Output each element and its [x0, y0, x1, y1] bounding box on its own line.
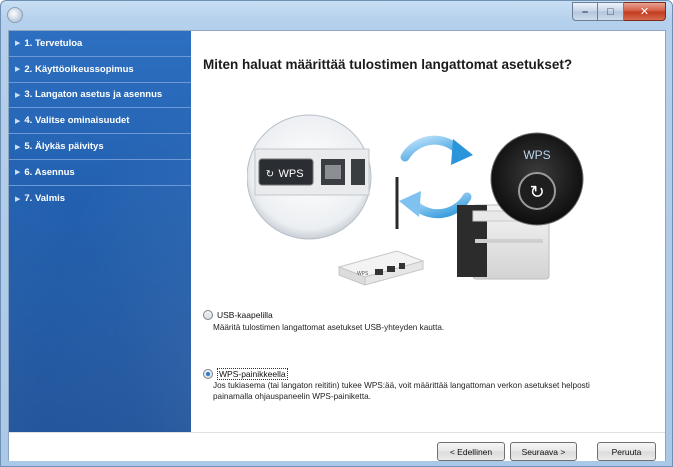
wps-illustration: WPS ↻ WPS WPS ↻	[247, 114, 584, 286]
chevron-right-icon: ▶	[15, 91, 21, 99]
wps-radio[interactable]	[203, 368, 213, 379]
wps-description-line2: painamalla ohjauspaneelin WPS-painiketta…	[213, 391, 371, 401]
back-button[interactable]: < Edellinen	[437, 442, 505, 461]
sidebar-item-welcome: ▶ 1. Tervetuloa	[9, 31, 191, 57]
printer-wps-label: WPS	[523, 148, 550, 162]
usb-option[interactable]: USB-kaapelilla	[203, 306, 273, 324]
chevron-right-icon: ▶	[15, 66, 21, 74]
usb-radio[interactable]	[203, 309, 213, 320]
maximize-button[interactable]: □	[598, 2, 624, 21]
sidebar-item-features: ▶ 4. Valitse ominaisuudet	[9, 108, 191, 135]
window-controls: – □ ✕	[572, 2, 666, 21]
chevron-right-icon: ▶	[15, 40, 21, 48]
sidebar-item-label: 5. Älykäs päivitys	[24, 141, 104, 153]
sidebar-item-label: 1. Tervetuloa	[24, 37, 83, 49]
close-button[interactable]: ✕	[624, 2, 666, 21]
router-closeup: WPS ↻	[247, 114, 372, 240]
usb-option-description: Määritä tulostimen langattomat asetukset…	[213, 323, 445, 332]
button-bar: < Edellinen Seuraava > Peruuta	[9, 432, 665, 461]
router-wps-label: WPS	[278, 168, 303, 180]
sidebar-item-license: ▶ 2. Käyttöoikeussopimus	[9, 57, 191, 83]
usb-option-label[interactable]: USB-kaapelilla	[217, 310, 273, 320]
sidebar-item-install: ▶ 6. Asennus	[9, 160, 191, 186]
chevron-right-icon: ▶	[15, 143, 21, 151]
sidebar-item-wireless-setup: ▶ 3. Langaton asetus ja asennus	[9, 83, 191, 109]
router-small-wps-label: WPS	[357, 271, 369, 277]
next-button[interactable]: Seuraava >	[510, 442, 577, 461]
client-area: ▶ 1. Tervetuloa ▶ 2. Käyttöoikeussopimus ▶…	[8, 30, 666, 461]
sidebar-item-finish: ▶ 7. Valmis	[9, 186, 191, 212]
sidebar-item-label: 2. Käyttöoikeussopimus	[24, 63, 134, 75]
wps-push-icon: ↻	[529, 182, 544, 203]
minimize-button[interactable]: –	[572, 2, 598, 21]
page-title: Miten haluat määrittää tulostimen langat…	[203, 57, 573, 72]
wps-option-label[interactable]: WPS-painikkeella	[217, 367, 288, 380]
title-bar[interactable]: – □ ✕	[1, 1, 672, 29]
wps-option-description: Jos tukiasema (tai langaton reititin) tu…	[213, 381, 663, 402]
main-content: Miten haluat määrittää tulostimen langat…	[191, 31, 667, 432]
sidebar-item-label: 4. Valitse ominaisuudet	[24, 115, 130, 127]
wps-description-line1: Jos tukiasema (tai langaton reititin) tu…	[213, 381, 590, 390]
steps-sidebar: ▶ 1. Tervetuloa ▶ 2. Käyttöoikeussopimus ▶…	[9, 31, 191, 432]
chevron-right-icon: ▶	[15, 169, 21, 177]
sidebar-item-label: 6. Asennus	[24, 166, 75, 178]
chevron-right-icon: ▶	[15, 117, 21, 125]
app-icon	[7, 7, 23, 23]
sidebar-item-label: 3. Langaton asetus ja asennus	[24, 89, 163, 101]
printer-wps-closeup: WPS ↻	[490, 132, 584, 226]
chevron-right-icon: ▶	[15, 195, 21, 203]
installer-window: – □ ✕ ▶ 1. Tervetuloa ▶ 2. Käyttöoikeussop…	[0, 0, 673, 467]
sidebar-item-smart-update: ▶ 5. Älykäs päivitys	[9, 134, 191, 160]
wps-icon: ↻	[266, 169, 274, 180]
cancel-button[interactable]: Peruuta	[597, 442, 656, 461]
sidebar-item-label: 7. Valmis	[24, 193, 66, 205]
